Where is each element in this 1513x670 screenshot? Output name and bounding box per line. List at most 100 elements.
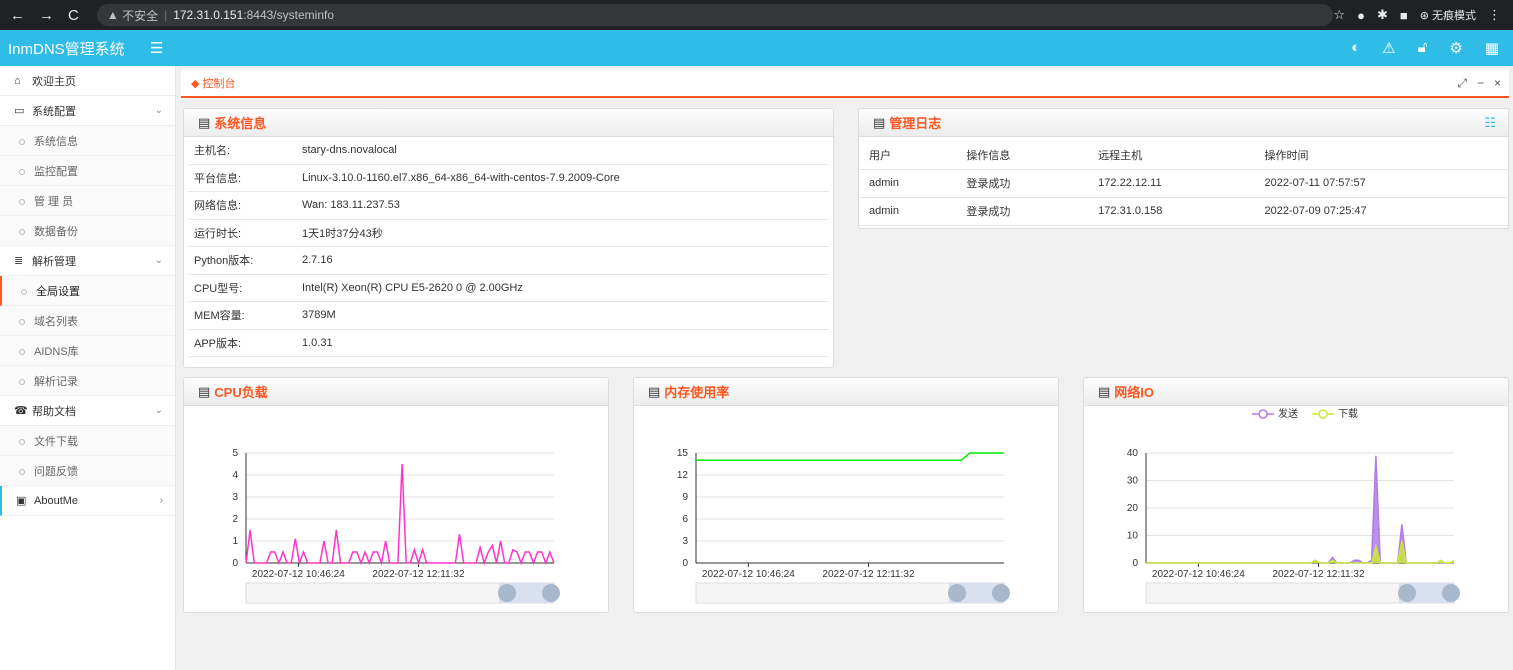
legend-marker — [1318, 409, 1328, 419]
info-value: Wan: 183.11.237.53 — [302, 199, 400, 212]
chevron-down-icon: ⌄ — [154, 255, 163, 266]
gear-icon[interactable]: ⚙ — [1449, 39, 1462, 57]
back-icon[interactable]: ← — [10, 7, 25, 24]
menu-icon[interactable]: ⋮ — [1488, 7, 1501, 23]
incognito-badge[interactable]: ⊛ 无痕模式 — [1420, 7, 1476, 23]
hamburger-icon[interactable]: ☰ — [150, 39, 163, 57]
sidebar-sub-feedback[interactable]: 问题反馈 — [0, 456, 175, 486]
forward-icon[interactable]: → — [39, 7, 54, 24]
netio-panel: ▤ 网络IO 发送 下载 0 10 20 30 40 2022-07-12 10:46:24 20… — [1083, 377, 1509, 613]
sysinfo-panel: ▤ 系统信息 主机名: stary-dns.novalocal 平台信息: Linux-… — [183, 108, 834, 368]
docs-icon: ☎ — [14, 405, 28, 417]
incognito-label: 无痕模式 — [1432, 10, 1476, 22]
sidebar-sub-global[interactable]: 全局设置 — [0, 276, 175, 306]
address-bar[interactable]: ▲ 不安全 | 172.31.0.151 :8443/systeminfo — [96, 4, 1334, 26]
zoom-handle-right — [992, 584, 1010, 602]
panel-header: ▤ 系统信息 — [184, 109, 833, 137]
y-tick-label: 4 — [232, 470, 238, 481]
sidebar-item-help[interactable]: ☎ 帮助文档 ⌄ — [0, 396, 175, 426]
tag-icon: ◆ — [191, 78, 203, 90]
x-tick-label: 2022-07-12 10:46:24 — [252, 569, 345, 580]
sidebar-sub-admin[interactable]: 管 理 员 — [0, 186, 175, 216]
column-header: 用户 — [859, 141, 957, 170]
sidebar-item-sys-config[interactable]: ▭ 系统配置 ⌄ — [0, 96, 175, 126]
logs-table: 用户 操作信息 远程主机 操作时间 admin 登录成功 172.22.12.11 2022… — [859, 141, 1508, 226]
puzzle-icon[interactable]: ✱ — [1377, 7, 1388, 23]
table-cell: 172.22.12.11 — [1088, 169, 1255, 198]
legend-marker — [1258, 409, 1268, 419]
table-row: admin 登录成功 172.22.12.11 2022-07-11 07:57:57 — [859, 169, 1508, 198]
info-value: Linux-3.10.0-1160.el7.x86_64-x86_64-with… — [302, 171, 620, 184]
sidebar-sub-sysinfo[interactable]: 系统信息 — [0, 126, 175, 156]
reload-icon[interactable]: C — [68, 7, 79, 24]
panel-header: ▤ CPU负载 — [184, 378, 608, 406]
y-tick-label: 20 — [1127, 503, 1139, 514]
y-tick-label: 12 — [677, 470, 689, 481]
sidebar-item-home[interactable]: ⌂ 欢迎主页 — [0, 66, 175, 96]
sidebar-label: AboutMe — [34, 494, 79, 507]
panel-title: 网络IO — [1114, 385, 1155, 400]
sidebar-label: 系统配置 — [32, 105, 76, 118]
zoom-handle-right — [542, 584, 560, 602]
panel-title: 管理日志 — [889, 116, 942, 131]
table-cell: admin — [859, 197, 957, 226]
minimize-icon[interactable]: − — [1477, 76, 1484, 91]
security-label: 不安全 — [122, 8, 159, 23]
table-cell: 登录成功 — [956, 197, 1089, 226]
info-row: 网络信息: Wan: 183.11.237.53 — [188, 192, 829, 220]
tab-console[interactable]: ◆ 控制台 — [191, 75, 236, 91]
sidebar-sub-domains[interactable]: 域名列表 — [0, 306, 175, 336]
y-tick-label: 3 — [232, 492, 238, 503]
list-icon: ▤ — [873, 114, 886, 130]
y-tick-label: 1 — [232, 536, 238, 547]
tab-label: 控制台 — [202, 78, 236, 90]
sidepanel-icon[interactable]: ■ — [1400, 8, 1408, 23]
netio-chart: 发送 下载 0 10 20 30 40 2022-07-12 10:46:24 2022-07-… — [1127, 407, 1460, 604]
y-tick-label: 10 — [1127, 531, 1139, 542]
expand-icon[interactable]: ⤢ — [1457, 76, 1467, 91]
info-key: 主机名: — [194, 145, 231, 158]
app-header: InmDNS管理系统 ☰ ◐ ⚠ 🔓︎ ⚙ ▦ — [0, 30, 1513, 66]
info-row: MEM容量: 3789M — [188, 302, 829, 330]
panel-header: ▤ 网络IO — [1084, 378, 1508, 406]
settings-sliders-icon[interactable]: ☷ — [1484, 115, 1508, 131]
info-value: 1天1时37分43秒 — [302, 227, 383, 240]
extension-icon[interactable]: ● — [1357, 8, 1365, 23]
y-tick-label: 5 — [232, 448, 238, 459]
series-line — [696, 452, 1004, 462]
info-row: 运行时长: 1天1时37分43秒 — [188, 220, 829, 247]
monitor-icon: ▭ — [14, 105, 25, 117]
sidebar-sub-aidns[interactable]: AIDNS库 — [0, 336, 175, 366]
series-line — [245, 463, 555, 566]
memory-chart: 0 3 6 9 12 15 2022-07-12 10:46:24 2022-07-12 12… — [677, 448, 1010, 604]
close-icon[interactable]: × — [1494, 76, 1501, 91]
panel-header: ▤ 内存使用率 — [634, 378, 1058, 406]
refresh-icon[interactable]: ◐ — [1351, 39, 1360, 57]
lock-icon[interactable]: 🔓︎ — [1418, 39, 1428, 57]
panel-header: ▤ 管理日志 ☷ — [859, 109, 1508, 137]
series-line — [1146, 540, 1455, 564]
table-header: 用户 操作信息 远程主机 操作时间 — [859, 141, 1508, 170]
y-tick-label: 6 — [682, 514, 688, 525]
contact-icon: ▣ — [16, 495, 27, 507]
x-tick-label: 2022-07-12 12:11:32 — [372, 569, 465, 580]
sidebar-sub-backup[interactable]: 数据备份 — [0, 216, 175, 246]
sidebar-sub-monitor[interactable]: 监控配置 — [0, 156, 175, 186]
info-row: 主机名: stary-dns.novalocal — [188, 137, 829, 165]
info-key: Python版本: — [194, 255, 254, 268]
sidebar-sub-records[interactable]: 解析记录 — [0, 366, 175, 396]
y-tick-label: 30 — [1127, 476, 1139, 487]
home-icon: ⌂ — [14, 74, 21, 87]
star-icon[interactable]: ☆ — [1333, 7, 1345, 23]
sidebar-item-about[interactable]: ▣ AboutMe › — [0, 486, 175, 516]
column-header: 操作时间 — [1254, 141, 1508, 170]
series-area — [1146, 455, 1454, 563]
x-tick-label: 2022-07-12 12:11:32 — [1272, 569, 1365, 580]
table-cell: 2022-07-11 07:57:57 — [1254, 169, 1508, 198]
y-tick-label: 9 — [682, 492, 688, 503]
sidebar-item-dns-manage[interactable]: ≣ 解析管理 ⌄ — [0, 246, 175, 276]
alert-icon[interactable]: ⚠ — [1382, 39, 1395, 57]
qrcode-icon[interactable]: ▦ — [1485, 39, 1499, 57]
sidebar-sub-download[interactable]: 文件下载 — [0, 426, 175, 456]
y-tick-label: 15 — [677, 448, 689, 459]
